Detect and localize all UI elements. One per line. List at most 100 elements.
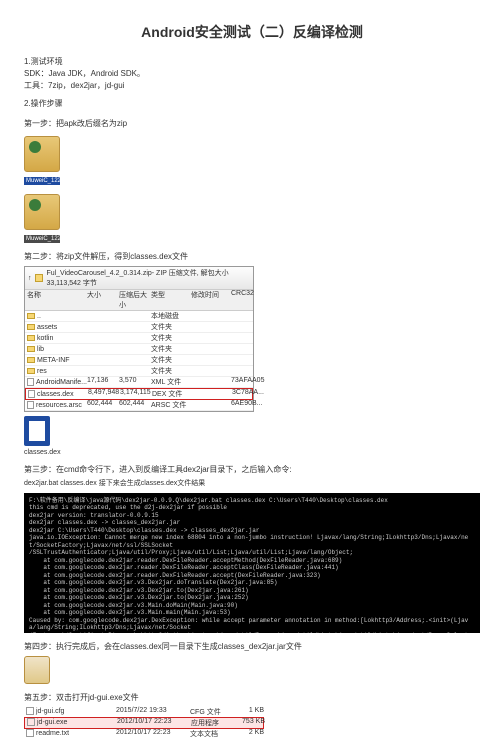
terminal-output: F:\软件备用\反编译\java源代码\dex2jar-0.0.9.Q\dex2… bbox=[24, 493, 480, 633]
cell-crc bbox=[231, 311, 263, 321]
cell-name: META-INF bbox=[37, 357, 70, 364]
cell-type: 文件夹 bbox=[151, 344, 191, 354]
cell-modified bbox=[191, 333, 231, 343]
folder-icon bbox=[27, 324, 35, 330]
cell-size bbox=[87, 344, 119, 354]
file-name: readme.txt bbox=[36, 729, 69, 736]
cell-crc: 3C78AA... bbox=[232, 389, 264, 399]
step-1: 第一步：把apk改后缀名为zip bbox=[24, 118, 480, 129]
file-icon bbox=[26, 707, 34, 715]
dex-file-icon bbox=[24, 416, 50, 446]
archive-path: Ful_VideoCarousel_4.2_0.314.zip- ZIP 压缩文… bbox=[46, 268, 250, 288]
cell-size bbox=[87, 322, 119, 332]
cell-type: 文件夹 bbox=[151, 355, 191, 365]
cell-type: ARSC 文件 bbox=[151, 400, 191, 410]
explorer-row[interactable]: jd-gui.cfg2015/7/22 19:33CFG 文件1 KB bbox=[24, 707, 264, 717]
file-size: 2 KB bbox=[234, 729, 264, 739]
cell-type: 本地磁盘 bbox=[151, 311, 191, 321]
explorer-row[interactable]: readme.txt 2012/10/17 22:23文本文档2 KB bbox=[24, 729, 264, 739]
cell-packed bbox=[119, 344, 151, 354]
col-modified[interactable]: 修改时间 bbox=[191, 290, 231, 310]
cell-packed bbox=[119, 322, 151, 332]
file-size: 753 KB bbox=[235, 718, 265, 728]
file-icon bbox=[27, 401, 34, 409]
cell-size bbox=[87, 333, 119, 343]
step-2: 第二步：将zip文件解压，得到classes.dex文件 bbox=[24, 251, 480, 262]
cell-modified bbox=[191, 366, 231, 376]
file-type: 应用程序 bbox=[191, 718, 235, 728]
cell-name: lib bbox=[37, 346, 44, 353]
step-4: 第四步：执行完成后，会在classes.dex同一目录下生成classes_de… bbox=[24, 641, 480, 652]
file-size: 1 KB bbox=[234, 707, 264, 717]
up-arrow-icon[interactable]: ↑ bbox=[28, 275, 32, 282]
dex-filename: classes.dex bbox=[24, 449, 480, 456]
archive-row[interactable]: resources.arsc602,444602,444ARSC 文件6AE90… bbox=[25, 400, 253, 411]
cell-packed: 3,570 bbox=[119, 377, 151, 387]
file-name: jd-gui.cfg bbox=[36, 707, 64, 714]
archive-window: ↑ Ful_VideoCarousel_4.2_0.314.zip- ZIP 压… bbox=[24, 266, 254, 412]
env-sdk: SDK：Java JDK，Android SDK。 bbox=[24, 68, 480, 80]
archive-row[interactable]: res文件夹 bbox=[25, 366, 253, 377]
step-3: 第三步：在cmd命令行下，进入到反编译工具dex2jar目录下，之后输入命令: bbox=[24, 464, 480, 475]
archive-row[interactable]: META-INF 文件夹 bbox=[25, 355, 253, 366]
cell-crc bbox=[231, 355, 263, 365]
cell-size: 8,497,948 bbox=[88, 389, 120, 399]
cell-packed: 3,174,115 bbox=[120, 389, 152, 399]
cell-crc bbox=[231, 344, 263, 354]
cell-size: 602,444 bbox=[87, 400, 119, 410]
archive-row[interactable]: kotlin文件夹 bbox=[25, 333, 253, 344]
folder-icon bbox=[27, 357, 35, 363]
archive-row[interactable]: AndroidManife...17,1363,570XML 文件73AFAA0… bbox=[25, 377, 253, 388]
archive-row[interactable]: assets 文件夹 bbox=[25, 322, 253, 333]
file-type: 文本文档 bbox=[190, 729, 234, 739]
cell-packed: 602,444 bbox=[119, 400, 151, 410]
file-icon bbox=[28, 390, 35, 398]
archive-row[interactable]: lib 文件夹 bbox=[25, 344, 253, 355]
folder-icon bbox=[35, 274, 44, 282]
folder-icon bbox=[27, 313, 35, 319]
file-icon bbox=[27, 718, 35, 726]
col-crc[interactable]: CRC32 bbox=[231, 290, 263, 310]
cell-modified bbox=[192, 389, 232, 399]
explorer-row[interactable]: jd-gui.exe 2012/10/17 22:23应用程序753 KB bbox=[24, 717, 264, 729]
cell-crc: 73AFAA05 bbox=[231, 377, 263, 387]
step-5: 第五步：双击打开jd-gui.exe文件 bbox=[24, 692, 480, 703]
cell-packed bbox=[119, 311, 151, 321]
cell-name: AndroidManife... bbox=[36, 379, 87, 386]
folder-icon bbox=[27, 368, 35, 374]
cell-crc bbox=[231, 322, 263, 332]
file-date: 2012/10/17 22:23 bbox=[116, 729, 190, 739]
archive-row[interactable]: classes.dex8,497,9483,174,115DEX 文件3C78A… bbox=[25, 388, 253, 400]
cell-size bbox=[87, 366, 119, 376]
cell-packed bbox=[119, 355, 151, 365]
file-icon bbox=[26, 729, 34, 737]
col-packed[interactable]: 压缩后大小 bbox=[119, 290, 151, 310]
cell-crc: 6AE90B... bbox=[231, 400, 263, 410]
cell-size bbox=[87, 355, 119, 365]
cell-name: assets bbox=[37, 324, 57, 331]
cell-type: 文件夹 bbox=[151, 322, 191, 332]
env-tools: 工具：7zip，dex2jar，jd-gui bbox=[24, 80, 480, 92]
col-size[interactable]: 大小 bbox=[87, 290, 119, 310]
cell-crc bbox=[231, 366, 263, 376]
file-name: jd-gui.exe bbox=[37, 718, 67, 725]
archive-row[interactable]: ..本地磁盘 bbox=[25, 311, 253, 322]
explorer-list: jd-gui.cfg2015/7/22 19:33CFG 文件1 KBjd-gu… bbox=[24, 707, 264, 739]
cell-type: DEX 文件 bbox=[152, 389, 192, 399]
cell-name: classes.dex bbox=[37, 391, 74, 398]
cell-type: XML 文件 bbox=[151, 377, 191, 387]
cell-packed bbox=[119, 366, 151, 376]
folder-icon bbox=[27, 335, 35, 341]
file-icon bbox=[27, 378, 34, 386]
file-date: 2012/10/17 22:23 bbox=[117, 718, 191, 728]
apk-file-icon bbox=[24, 136, 60, 172]
col-type[interactable]: 类型 bbox=[151, 290, 191, 310]
ops-header: 2.操作步骤 bbox=[24, 98, 480, 110]
col-name[interactable]: 名称 bbox=[27, 290, 87, 310]
env-header: 1.测试环境 bbox=[24, 56, 480, 68]
apk-filename-1: MuweiC_1220_1.70.apk bbox=[24, 177, 60, 185]
cell-modified bbox=[191, 344, 231, 354]
jar-file-icon bbox=[24, 656, 50, 684]
cell-name: resources.arsc bbox=[36, 402, 82, 409]
cell-modified bbox=[191, 355, 231, 365]
